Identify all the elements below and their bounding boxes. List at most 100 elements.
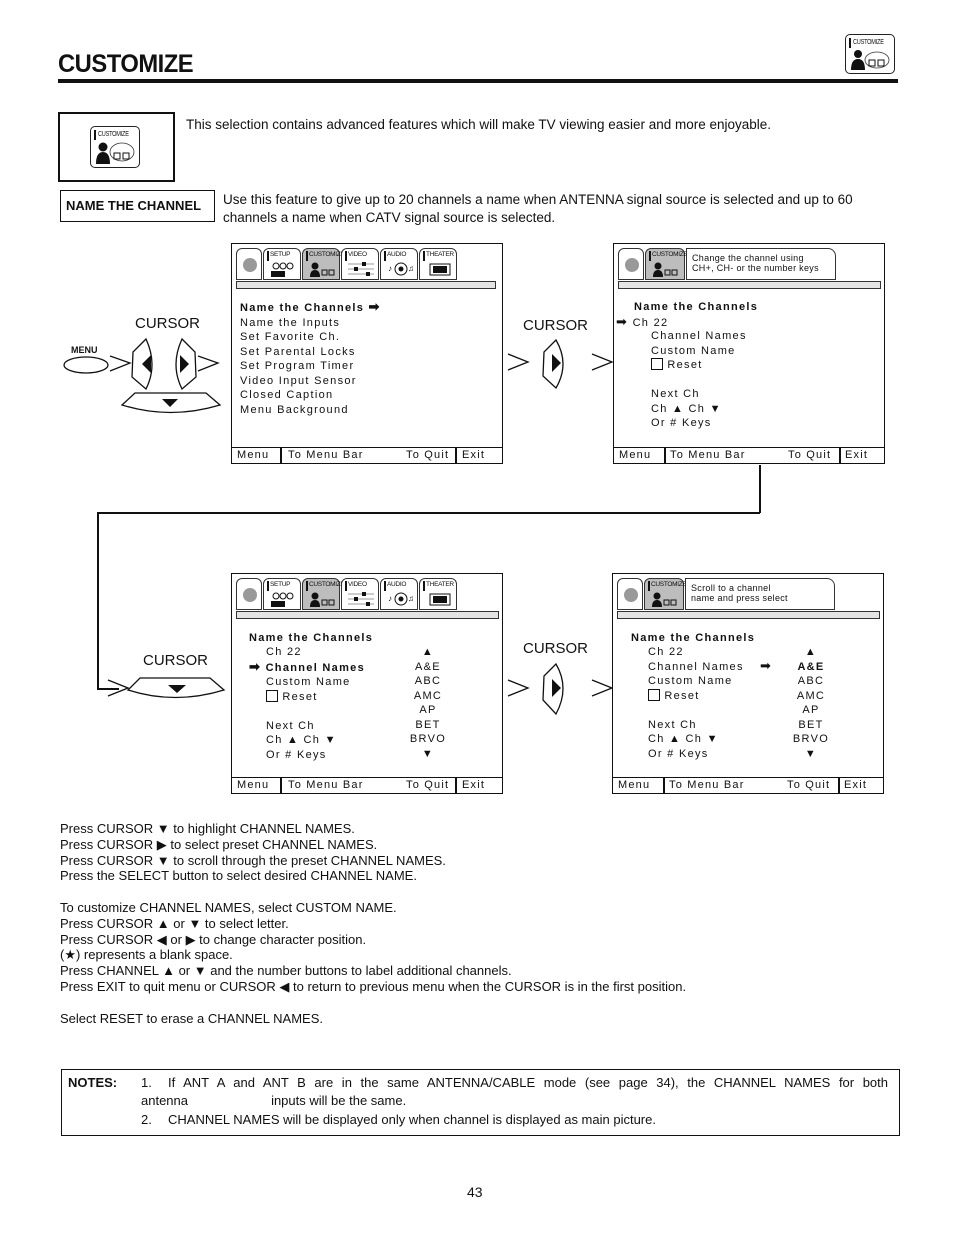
checkbox[interactable] (266, 689, 278, 702)
checkbox[interactable] (651, 358, 663, 370)
scroll-down-icon[interactable]: ▼ (398, 747, 458, 762)
menu-item: Or # Keys (266, 748, 327, 761)
menu-item[interactable]: Channel Names (651, 329, 747, 344)
menu-item: Next Ch (651, 388, 700, 400)
menu-item[interactable]: Custom Name (648, 674, 744, 689)
channel-names-options: Ch 22 Channel Names Custom Name Reset Ne… (648, 645, 744, 761)
channel-name[interactable]: AMC (781, 689, 841, 704)
instruction-line: Press CURSOR ▼ to highlight CHANNEL NAME… (60, 821, 355, 836)
tab-customize: CUSTOMIZE (645, 248, 688, 280)
section-title: Name the Channels (249, 632, 374, 644)
note-number: 2. (141, 1112, 152, 1127)
connector-line (97, 512, 99, 689)
tab-setup: SETUP (263, 248, 301, 280)
nav-tab (618, 248, 644, 280)
customize-icon (653, 262, 678, 277)
joystick-icon (243, 588, 257, 602)
channel-name[interactable]: A&E (398, 660, 458, 675)
menu-item[interactable]: Closed Caption (240, 388, 381, 403)
cursor-label: CURSOR (143, 652, 209, 669)
connector-line (759, 465, 761, 513)
menu-item[interactable]: Ch 22 (266, 645, 365, 660)
tv-screen-channel-names: SETUP CUSTOMIZE VIDEO AUDIO ♪ ♫ THEATER Na… (231, 573, 503, 794)
instruction-line: (★) represents a blank space. (60, 947, 233, 963)
cursor-down-step (107, 677, 226, 699)
joystick-icon (243, 258, 257, 272)
arrow-right-icon: ➡ (249, 658, 262, 674)
menu-item-name-channels[interactable]: Name the Channels ➡ (240, 299, 381, 316)
audio-icon: ♪ ♫ (388, 262, 414, 276)
menu-item[interactable]: Set Favorite Ch. (240, 330, 381, 345)
title-rule (58, 79, 898, 83)
tab-theater: THEATER (419, 248, 457, 280)
menu-item-ch[interactable]: ➡ Ch 22 (616, 314, 758, 331)
feature-label: NAME THE CHANNEL (60, 190, 215, 222)
menu-item[interactable]: Video Input Sensor (240, 374, 381, 389)
menu-item[interactable]: Set Parental Locks (240, 345, 381, 360)
menu-item: Ch ▲ Ch ▼ (648, 733, 719, 745)
menu-item: Next Ch (648, 718, 697, 731)
help-box: Change the channel using CH+, CH- or the … (686, 248, 836, 280)
channel-name[interactable]: ABC (781, 674, 841, 689)
menu-item[interactable]: Name the Inputs (240, 316, 381, 331)
connector-line (97, 512, 760, 514)
channel-name[interactable]: BRVO (398, 732, 458, 747)
menu-item[interactable]: Ch 22 (648, 645, 744, 660)
svg-text:♪: ♪ (388, 594, 392, 603)
page-title: CUSTOMIZE (58, 50, 194, 78)
customize-icon (652, 592, 677, 607)
channel-name[interactable]: ABC (398, 674, 458, 689)
menu-item[interactable]: Set Program Timer (240, 359, 381, 374)
menu-item: Or # Keys (648, 747, 709, 760)
scroll-down-icon[interactable]: ▼ (781, 747, 841, 762)
cursor-right-step (507, 662, 614, 716)
feature-description: Use this feature to give up to 20 channe… (223, 192, 853, 225)
notes-box: NOTES: 1. If ANT A and ANT B are in the … (61, 1069, 900, 1136)
tab-customize: CUSTOMIZE (644, 578, 687, 610)
instruction-line: To customize CHANNEL NAMES, select CUSTO… (60, 899, 397, 915)
tab-setup: SETUP (263, 578, 301, 610)
menu-item[interactable]: Channel Names (648, 660, 744, 675)
menu-item: Ch ▲ Ch ▼ (651, 402, 722, 415)
scroll-up-icon[interactable]: ▲ (781, 645, 841, 660)
reset-item[interactable]: Reset (648, 688, 744, 704)
reset-item[interactable]: Reset (651, 358, 747, 373)
instruction-line: Press CURSOR ▼ to scroll through the pre… (60, 852, 446, 868)
tab-audio: AUDIO ♪ ♫ (380, 248, 418, 280)
nav-tab (236, 578, 262, 610)
section-title: Name the Channels (634, 301, 759, 313)
menu-item-channel-names[interactable]: ➡ Channel Names (249, 658, 365, 676)
menu-button[interactable] (63, 356, 109, 374)
scroll-up-icon[interactable]: ▲ (398, 645, 458, 660)
arrow-right-icon: ➡ (368, 299, 381, 314)
intro-icon-box: CUSTOMIZE (58, 112, 175, 182)
customize-icon (310, 262, 335, 277)
channel-name-selected[interactable]: A&E (781, 660, 841, 675)
joystick-icon (624, 588, 638, 602)
screen-footer: Menu To Menu Bar To Quit Exit (614, 447, 884, 463)
menu-item[interactable]: Custom Name (651, 344, 747, 359)
reset-item[interactable]: Reset (266, 689, 365, 705)
menu-item: Next Ch (266, 719, 315, 732)
menu-item[interactable]: Custom Name (266, 675, 365, 690)
tab-theater: THEATER (419, 578, 457, 610)
notes-label: NOTES: (68, 1075, 118, 1090)
help-box: Scroll to a channel name and press select (685, 578, 835, 610)
tv-screen-name-channels: CUSTOMIZE Change the channel using CH+, C… (613, 243, 885, 464)
menu-item[interactable]: Menu Background (240, 403, 381, 418)
video-icon (348, 262, 374, 276)
channel-name[interactable]: BET (781, 718, 841, 733)
channel-name[interactable]: BRVO (781, 732, 841, 747)
channel-name[interactable]: AMC (398, 689, 458, 704)
section-title: Name the Channels (631, 632, 756, 644)
note-number: 1. (141, 1075, 152, 1090)
channel-name[interactable]: BET (398, 718, 458, 733)
joystick-icon (625, 258, 639, 272)
instruction-line: Press EXIT to quit menu or CURSOR ◀ to r… (60, 978, 687, 994)
channel-name[interactable]: AP (781, 703, 841, 718)
cursor-right-step (507, 338, 614, 390)
customize-icon: CUSTOMIZE (845, 34, 895, 74)
channel-name[interactable]: AP (398, 703, 458, 718)
screen-footer: Menu To Menu Bar To Quit Exit (232, 777, 502, 793)
checkbox[interactable] (648, 688, 660, 701)
